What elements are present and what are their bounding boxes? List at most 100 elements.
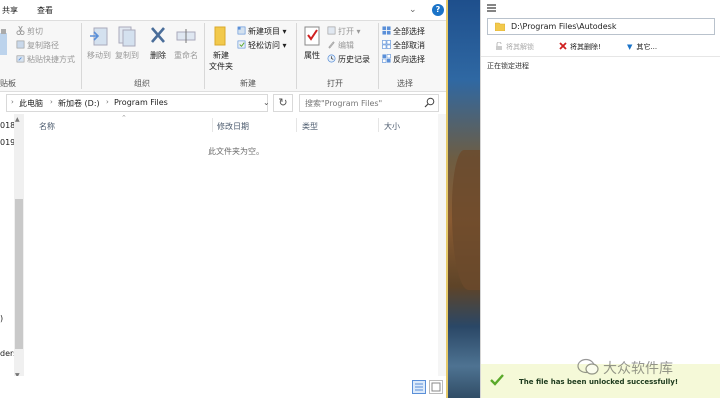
select-all-button[interactable]: 全部选择 (382, 26, 425, 37)
select-all-label: 全部选择 (393, 27, 425, 36)
chevron-down-icon: ▾ (280, 27, 287, 36)
select-none-icon (382, 40, 391, 49)
scissors-icon (16, 26, 25, 35)
properties-icon (304, 26, 320, 46)
unlocker-window: D:\Program Files\Autodesk 将其解锁 将其删除! ▼ 其它… (480, 0, 720, 398)
watermark: 大众软件库 (577, 356, 717, 380)
help-icon[interactable]: ? (432, 4, 444, 16)
nav-item[interactable]: 019 (0, 138, 15, 147)
chevron-down-icon[interactable]: ⌄ (263, 98, 270, 107)
other-actions-label: 其它... (636, 43, 658, 51)
edit-label: 编辑 (338, 41, 354, 50)
unlock-icon (496, 42, 502, 50)
watermark-text: 大众软件库 (603, 361, 673, 377)
wechat-logo-icon (577, 358, 599, 375)
folder-icon (214, 26, 226, 46)
paste-shortcut-label: 粘贴快捷方式 (27, 55, 75, 64)
sort-up-icon: ⌃ (121, 114, 127, 122)
copy-path-icon (16, 40, 25, 49)
nav-item[interactable]: ) (0, 314, 3, 323)
chevron-down-icon: ▾ (280, 41, 287, 50)
cut-label: 剪切 (27, 27, 43, 36)
file-list: ⌃ 名称 修改日期 类型 大小 此文件夹为空。 (24, 114, 438, 376)
breadcrumb-program-files[interactable]: Program Files (114, 98, 168, 107)
delete-button[interactable]: 删除 (143, 25, 173, 61)
properties-button[interactable]: 属性 (297, 25, 327, 61)
organize-group-label: 组织 (134, 79, 150, 88)
chevron-right-icon: › (50, 98, 53, 106)
delete-x-icon (151, 27, 165, 43)
column-divider[interactable] (212, 118, 213, 132)
scroll-up-icon[interactable]: ▲ (15, 116, 20, 123)
delete-it-label: 将其删除! (570, 43, 601, 51)
copy-path-label: 复制路径 (27, 41, 59, 50)
properties-label: 属性 (304, 51, 320, 60)
column-header-type[interactable]: 类型 (302, 121, 318, 132)
address-row: › 此电脑 › 新加卷 (D:) › Program Files ⌄ ↻ 搜索"… (0, 92, 446, 114)
open-button[interactable]: 打开 ▾ (327, 26, 361, 37)
chevron-down-icon[interactable]: ⌄ (409, 5, 417, 15)
edit-icon (328, 41, 335, 49)
column-divider[interactable] (296, 118, 297, 132)
desktop-wallpaper (446, 0, 482, 398)
new-folder-button[interactable]: 新建 文件夹 (206, 25, 236, 72)
delete-it-button[interactable]: 将其删除! (559, 42, 601, 52)
edit-button[interactable]: 编辑 (327, 40, 354, 51)
copy-to-icon (118, 26, 136, 47)
file-list-scrollbar[interactable] (438, 114, 446, 376)
locking-process-status: 正在锁定进程 (487, 62, 529, 70)
history-button[interactable]: 历史记录 (327, 54, 370, 65)
breadcrumb-drive-d[interactable]: 新加卷 (D:) (58, 98, 100, 109)
scroll-thumb[interactable] (15, 199, 23, 349)
new-item-button[interactable]: 新建项目 ▾ (237, 26, 287, 37)
select-none-label: 全部取消 (393, 41, 425, 50)
easy-access-button[interactable]: 轻松访问 ▾ (237, 40, 287, 51)
column-divider[interactable] (378, 118, 379, 132)
paste-shortcut-icon (16, 55, 25, 63)
new-folder-label-1: 新建 (213, 51, 229, 60)
locked-path-field[interactable]: D:\Program Files\Autodesk (487, 18, 715, 35)
new-folder-label-2: 文件夹 (209, 62, 233, 71)
address-bar[interactable]: › 此电脑 › 新加卷 (D:) › Program Files ⌄ (6, 94, 270, 112)
search-input[interactable]: 搜索"Program Files" (305, 98, 382, 109)
move-to-icon (90, 27, 108, 46)
large-icons-view-icon[interactable] (429, 380, 443, 394)
file-explorer-window: 共享 查看 ⌄ ? 剪切 复制路径 粘贴快捷方式 贴板 移动到 复制到 删除 重… (0, 0, 446, 398)
breadcrumb-this-pc[interactable]: 此电脑 (19, 98, 43, 109)
divider (481, 56, 720, 57)
invert-selection-label: 反向选择 (393, 55, 425, 64)
wallpaper-rock-arch (452, 150, 482, 290)
red-x-icon (559, 42, 567, 50)
cut-button[interactable]: 剪切 (16, 26, 43, 37)
column-header-modified[interactable]: 修改日期 (217, 121, 249, 132)
unlock-label: 将其解锁 (506, 43, 534, 51)
refresh-button[interactable]: ↻ (273, 94, 293, 112)
easy-access-label: 轻松访问 (248, 41, 280, 50)
other-actions-button[interactable]: ▼ 其它... (627, 42, 657, 52)
search-box[interactable]: 搜索"Program Files" (299, 94, 439, 112)
hamburger-menu-icon[interactable] (487, 4, 496, 12)
nav-item[interactable]: 018 (0, 121, 15, 130)
chevron-down-icon: ▼ (627, 43, 633, 51)
paste-shortcut-button[interactable]: 粘贴快捷方式 (16, 54, 75, 65)
details-view-icon[interactable] (412, 380, 426, 394)
menu-tab-bar: 共享 查看 ⌄ ? (0, 0, 446, 20)
copy-to-button[interactable]: 复制到 (112, 25, 142, 61)
invert-selection-button[interactable]: 反向选择 (382, 54, 425, 65)
copy-to-label: 复制到 (115, 51, 139, 60)
select-none-button[interactable]: 全部取消 (382, 40, 425, 51)
unlock-button[interactable]: 将其解锁 (495, 42, 534, 52)
copy-path-button[interactable]: 复制路径 (16, 40, 59, 51)
nav-scrollbar[interactable]: ▲ ▼ (14, 114, 24, 384)
rename-label: 重命名 (174, 51, 198, 60)
paste-partial-icon[interactable] (0, 27, 8, 73)
column-header-name[interactable]: 名称 (39, 121, 55, 132)
window-edge (446, 0, 448, 398)
move-to-label: 移动到 (87, 51, 111, 60)
chevron-right-icon: › (106, 98, 109, 106)
rename-button[interactable]: 重命名 (171, 25, 201, 61)
column-header-size[interactable]: 大小 (384, 121, 400, 132)
tab-view[interactable]: 查看 (37, 5, 53, 16)
move-to-button[interactable]: 移动到 (84, 25, 114, 61)
tab-share[interactable]: 共享 (2, 5, 18, 16)
